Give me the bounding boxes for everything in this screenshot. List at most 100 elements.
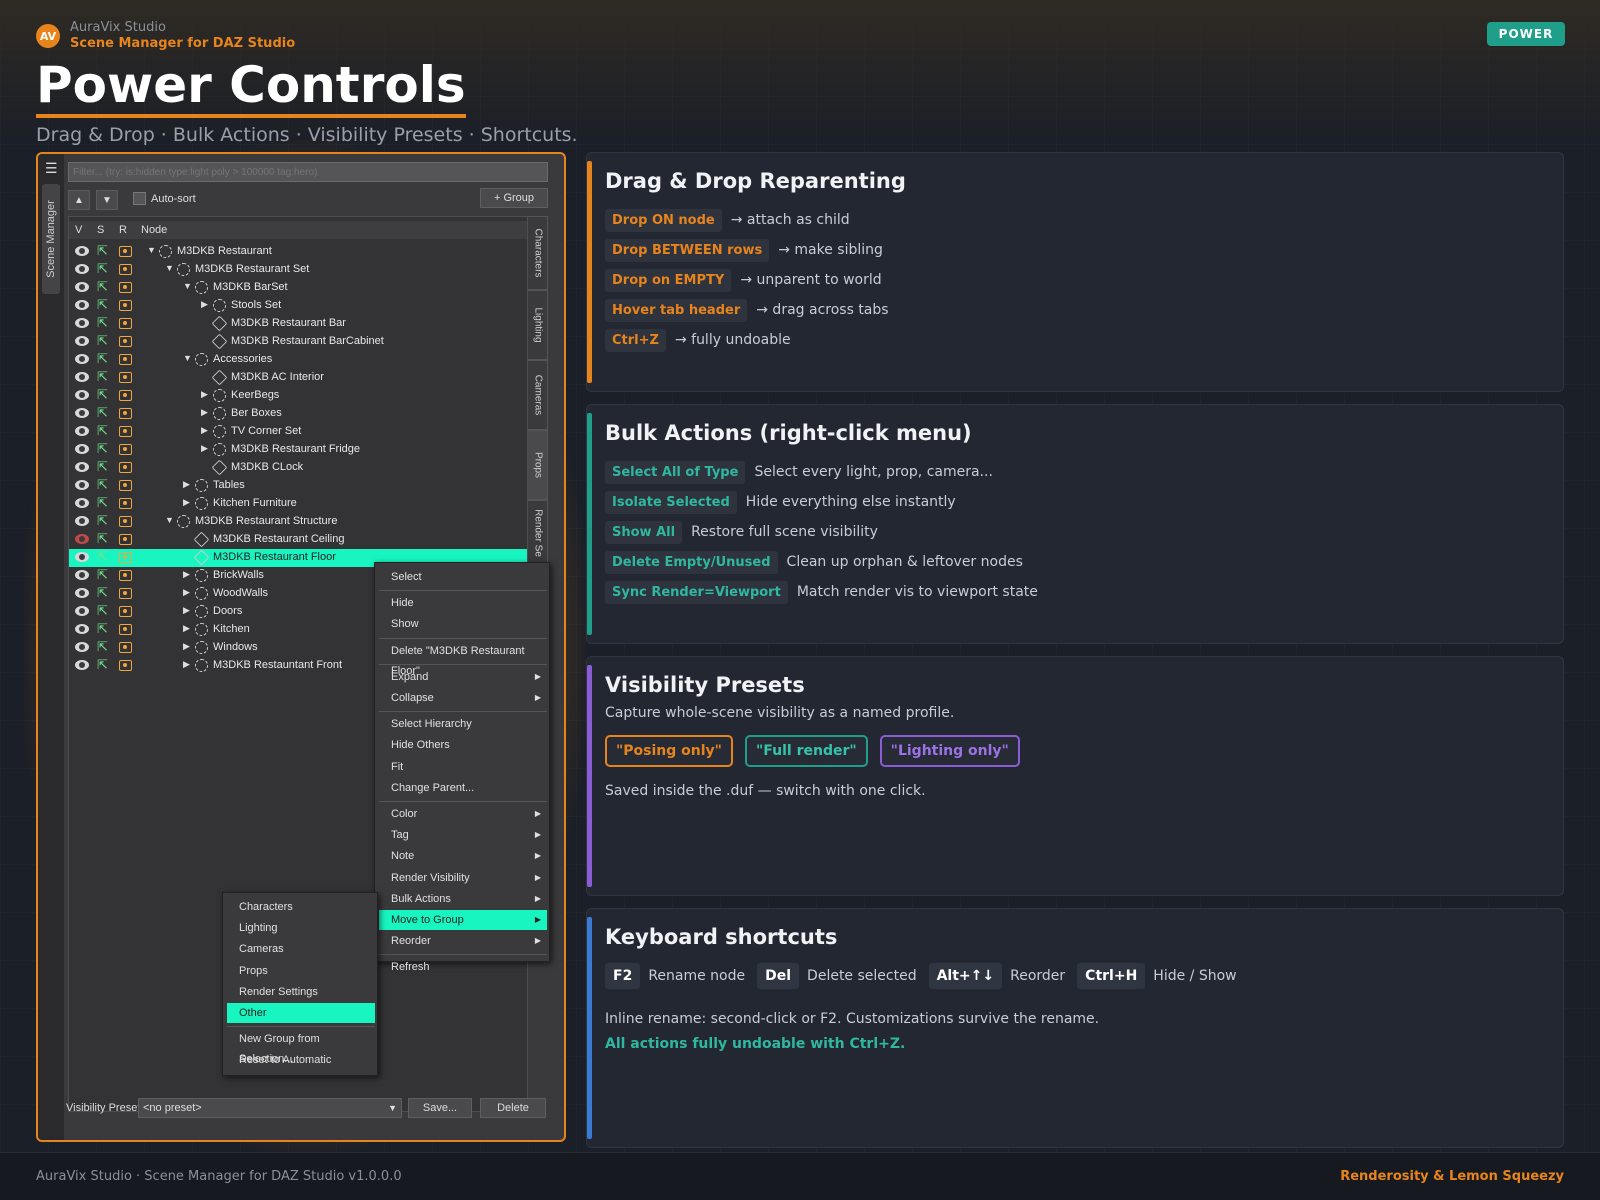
- filter-input[interactable]: [68, 162, 548, 182]
- selectable-icon[interactable]: ⇱: [97, 550, 108, 564]
- selectable-icon[interactable]: ⇱: [97, 622, 108, 636]
- render-icon[interactable]: [119, 480, 132, 491]
- footer-stores[interactable]: Renderosity & Lemon Squeezy: [1340, 1169, 1564, 1184]
- eye-icon[interactable]: [75, 318, 89, 328]
- eye-icon[interactable]: [75, 336, 89, 346]
- add-group-button[interactable]: + Group: [480, 188, 548, 208]
- eye-icon[interactable]: [75, 642, 89, 652]
- menu-item[interactable]: Tag ▶: [379, 825, 547, 845]
- collapsed-arrow-icon[interactable]: ▶: [183, 623, 190, 634]
- tree-row[interactable]: ⇱ M3DKB Restaurant Ceiling: [69, 531, 527, 549]
- tree-row[interactable]: ⇱ M3DKB CLock: [69, 459, 527, 477]
- menu-item[interactable]: Change Parent...: [379, 778, 547, 798]
- eye-icon[interactable]: [75, 570, 89, 580]
- collapsed-arrow-icon[interactable]: ▶: [183, 605, 190, 616]
- render-icon[interactable]: [119, 660, 132, 671]
- collapsed-arrow-icon[interactable]: ▶: [183, 479, 190, 490]
- menu-item[interactable]: Fit: [379, 757, 547, 777]
- tree-row[interactable]: ⇱ M3DKB Restaurant Bar: [69, 315, 527, 333]
- selectable-icon[interactable]: ⇱: [97, 604, 108, 618]
- selectable-icon[interactable]: ⇱: [97, 280, 108, 294]
- eye-icon[interactable]: [75, 552, 89, 562]
- action-chip[interactable]: Ctrl+Z: [605, 328, 666, 352]
- eye-icon[interactable]: [75, 372, 89, 382]
- render-icon[interactable]: [119, 300, 132, 311]
- tree-row[interactable]: ⇱ ▼ M3DKB BarSet: [69, 279, 527, 297]
- autosort-checkbox[interactable]: [133, 192, 146, 205]
- collapsed-arrow-icon[interactable]: ▶: [201, 425, 208, 436]
- selectable-icon[interactable]: ⇱: [97, 244, 108, 258]
- render-icon[interactable]: [119, 372, 132, 383]
- eye-icon[interactable]: [75, 408, 89, 418]
- tree-row[interactable]: ⇱ ▼ M3DKB Restaurant: [69, 243, 527, 261]
- collapsed-arrow-icon[interactable]: ▶: [201, 443, 208, 454]
- render-icon[interactable]: [119, 444, 132, 455]
- render-icon[interactable]: [119, 246, 132, 257]
- eye-icon[interactable]: [75, 300, 89, 310]
- menu-item[interactable]: Reorder ▶: [379, 931, 547, 951]
- selectable-icon[interactable]: ⇱: [97, 640, 108, 654]
- move-down-button[interactable]: ▼: [96, 190, 118, 210]
- selectable-icon[interactable]: ⇱: [97, 424, 108, 438]
- menu-item[interactable]: Reset to Automatic: [227, 1050, 375, 1070]
- eye-icon[interactable]: [75, 498, 89, 508]
- render-icon[interactable]: [119, 552, 132, 563]
- render-icon[interactable]: [119, 282, 132, 293]
- eye-icon[interactable]: [75, 480, 89, 490]
- render-icon[interactable]: [119, 336, 132, 347]
- delete-preset-button[interactable]: Delete: [480, 1098, 546, 1118]
- menu-item[interactable]: New Group from Selection...: [227, 1029, 375, 1065]
- menu-item[interactable]: Collapse ▶: [379, 688, 547, 708]
- menu-item[interactable]: Expand ▶: [379, 667, 547, 687]
- tree-row[interactable]: ⇱ ▼ M3DKB Restaurant Structure: [69, 513, 527, 531]
- collapsed-arrow-icon[interactable]: ▶: [183, 659, 190, 670]
- col-visible[interactable]: V: [75, 224, 82, 236]
- action-chip[interactable]: Select All of Type: [605, 460, 746, 484]
- tree-row[interactable]: ⇱ ▼ Accessories: [69, 351, 527, 369]
- tree-row[interactable]: ⇱ ▶ KeerBegs: [69, 387, 527, 405]
- eye-icon[interactable]: [75, 264, 89, 274]
- render-icon[interactable]: [119, 624, 132, 635]
- tree-row[interactable]: ⇱ ▶ Kitchen Furniture: [69, 495, 527, 513]
- menu-item[interactable]: Delete "M3DKB Restaurant Floor": [379, 641, 547, 677]
- action-chip[interactable]: Drop on EMPTY: [605, 268, 732, 292]
- tab-cameras[interactable]: Cameras: [528, 360, 548, 430]
- menu-item[interactable]: Bulk Actions ▶: [379, 889, 547, 909]
- collapsed-arrow-icon[interactable]: ▶: [183, 587, 190, 598]
- preset-select[interactable]: <no preset> ▼: [138, 1098, 402, 1118]
- eye-icon[interactable]: [75, 516, 89, 526]
- selectable-icon[interactable]: ⇱: [97, 514, 108, 528]
- selectable-icon[interactable]: ⇱: [97, 352, 108, 366]
- eye-icon[interactable]: [75, 444, 89, 454]
- collapsed-arrow-icon[interactable]: ▶: [201, 407, 208, 418]
- selectable-icon[interactable]: ⇱: [97, 496, 108, 510]
- collapsed-arrow-icon[interactable]: ▶: [201, 389, 208, 400]
- expanded-arrow-icon[interactable]: ▼: [183, 281, 192, 291]
- menu-item[interactable]: Render Visibility ▶: [379, 868, 547, 888]
- action-chip[interactable]: Hover tab header: [605, 298, 748, 322]
- menu-item[interactable]: Other: [227, 1003, 375, 1023]
- menu-item[interactable]: Show: [379, 614, 547, 634]
- tree-row[interactable]: ⇱ ▶ Tables: [69, 477, 527, 495]
- action-chip[interactable]: Isolate Selected: [605, 490, 737, 514]
- tree-row[interactable]: ⇱ ▶ Stools Set: [69, 297, 527, 315]
- eye-icon[interactable]: [75, 390, 89, 400]
- expanded-arrow-icon[interactable]: ▼: [147, 245, 156, 255]
- menu-item[interactable]: Move to Group ▶: [379, 910, 547, 930]
- action-chip[interactable]: Sync Render=Viewport: [605, 580, 788, 604]
- menu-item[interactable]: Select: [379, 567, 547, 587]
- render-icon[interactable]: [119, 426, 132, 437]
- selectable-icon[interactable]: ⇱: [97, 334, 108, 348]
- action-chip[interactable]: Drop ON node: [605, 208, 722, 232]
- render-icon[interactable]: [119, 318, 132, 329]
- render-icon[interactable]: [119, 642, 132, 653]
- render-icon[interactable]: [119, 354, 132, 365]
- move-up-button[interactable]: ▲: [68, 190, 90, 210]
- selectable-icon[interactable]: ⇱: [97, 568, 108, 582]
- expanded-arrow-icon[interactable]: ▼: [165, 263, 174, 273]
- col-selectable[interactable]: S: [97, 224, 104, 236]
- collapsed-arrow-icon[interactable]: ▶: [201, 299, 208, 310]
- tree-row[interactable]: ⇱ ▶ M3DKB Restaurant Fridge: [69, 441, 527, 459]
- eye-icon[interactable]: [75, 246, 89, 256]
- action-chip[interactable]: Drop BETWEEN rows: [605, 238, 770, 262]
